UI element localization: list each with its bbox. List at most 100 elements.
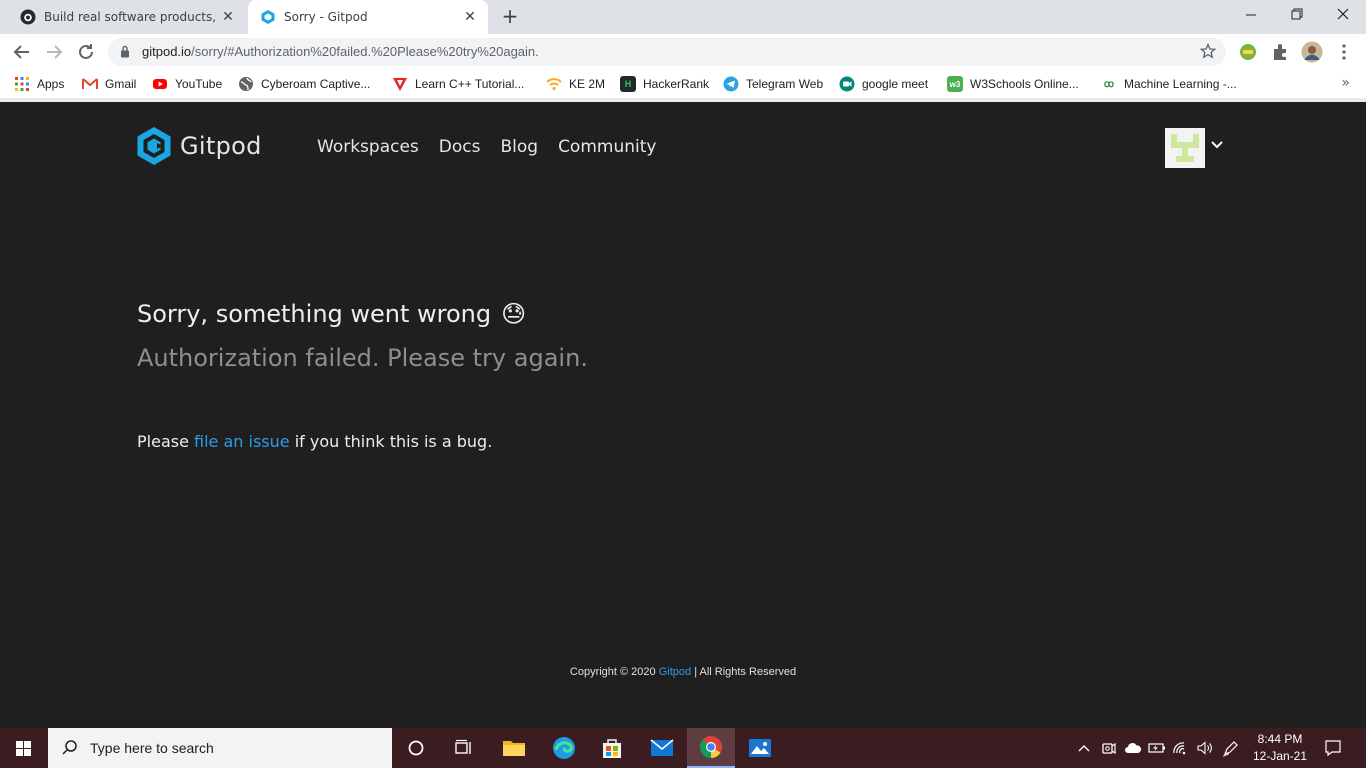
tray-volume[interactable] [1194, 728, 1216, 768]
bookmark-ke-2m[interactable]: KE 2M [546, 75, 605, 93]
battery-charging-icon [1148, 743, 1165, 753]
telegram-icon [723, 76, 739, 92]
footer-gitpod-link[interactable]: Gitpod [659, 666, 691, 678]
user-avatar[interactable] [1165, 128, 1205, 168]
close-tab-icon[interactable]: ✕ [462, 9, 478, 25]
bookmark-cyberoam[interactable]: Cyberoam Captive... [238, 75, 370, 93]
bookmark-telegram[interactable]: Telegram Web [723, 75, 823, 93]
bookmarks-bar: Apps Gmail YouTube Cyberoam Captive... L… [0, 70, 1366, 98]
footer-rights: | All Rights Reserved [694, 666, 797, 678]
task-view-button[interactable] [440, 728, 488, 768]
cortana-circle-icon [408, 740, 424, 756]
tab-sorry-gitpod[interactable]: Sorry - Gitpod ✕ [248, 0, 488, 34]
action-center-button[interactable] [1318, 728, 1348, 768]
tray-battery[interactable] [1146, 728, 1168, 768]
globe-icon [239, 77, 253, 91]
tab-title: Sorry - Gitpod [284, 10, 368, 24]
photos-button[interactable] [736, 728, 784, 768]
file-explorer-button[interactable] [490, 728, 538, 768]
footer: Copyright © 2020 Gitpod | All Rights Res… [0, 666, 1366, 678]
bookmark-youtube[interactable]: YouTube [152, 75, 222, 93]
speaker-icon [1197, 741, 1212, 755]
ml-icon: ꝏ [1103, 78, 1115, 90]
url-path: /sorry/#Authorization%20failed.%20Please… [191, 44, 539, 59]
bookmark-label: YouTube [175, 77, 223, 91]
chevron-down-icon[interactable] [1210, 140, 1224, 150]
tray-pen[interactable] [1220, 728, 1242, 768]
note-prefix: Please [137, 432, 189, 451]
error-title: Sorry, something went wrong 😓 [137, 300, 526, 328]
nav-community[interactable]: Community [558, 137, 656, 157]
youtube-icon [153, 79, 167, 89]
triangle-icon [393, 78, 407, 91]
footer-copyright: Copyright © 2020 [569, 666, 656, 678]
chrome-icon [700, 736, 722, 758]
tray-meet-now[interactable] [1098, 728, 1120, 768]
github-icon [20, 9, 36, 25]
gitpod-logo[interactable]: Gitpod [136, 126, 262, 166]
tray-onedrive[interactable] [1122, 728, 1144, 768]
tab-build-real-software[interactable]: Build real software products, Lear ✕ [8, 0, 246, 34]
tray-wifi[interactable] [1170, 728, 1192, 768]
wifi-signal-icon [1173, 742, 1186, 755]
restore-button[interactable] [1274, 0, 1320, 30]
bookmark-star-icon[interactable] [1200, 43, 1216, 59]
bookmark-label: Learn C++ Tutorial... [415, 77, 525, 91]
bookmark-learn-cpp[interactable]: Learn C++ Tutorial... [392, 75, 524, 93]
close-tab-icon[interactable]: ✕ [220, 9, 236, 25]
url-host: gitpod.io [142, 44, 192, 59]
clock-time: 8:44 PM [1257, 732, 1303, 746]
tab-strip: Build real software products, Lear ✕ Sor… [0, 0, 1366, 34]
reload-icon[interactable] [74, 40, 98, 64]
nav-docs[interactable]: Docs [439, 137, 481, 157]
new-tab-button[interactable]: + [498, 5, 522, 29]
taskbar-search-box[interactable]: Type here to search [48, 728, 392, 768]
minimize-icon [1246, 14, 1256, 16]
taskbar-clock[interactable]: 8:44 PM 12-Jan-21 [1248, 731, 1312, 765]
meet-now-icon [1102, 742, 1116, 755]
puzzle-extensions-icon[interactable] [1270, 41, 1292, 63]
profile-avatar-icon[interactable] [1301, 41, 1323, 63]
windows-start-icon[interactable] [0, 728, 48, 768]
show-hidden-icons-button[interactable] [1074, 728, 1094, 768]
back-arrow-icon[interactable] [10, 40, 34, 64]
chrome-menu-icon[interactable] [1333, 41, 1355, 63]
error-note: Please file an issue if you think this i… [137, 432, 492, 451]
cortana-button[interactable] [392, 728, 440, 768]
search-placeholder: Type here to search [90, 740, 214, 756]
notification-icon [1325, 740, 1341, 757]
mail-icon [650, 739, 674, 756]
store-button[interactable] [588, 728, 636, 768]
minimize-button[interactable] [1228, 0, 1274, 30]
pen-ink-icon [1222, 741, 1238, 757]
close-window-button[interactable] [1320, 0, 1366, 30]
bookmark-label: W3Schools Online... [970, 77, 1079, 91]
lock-icon [121, 45, 129, 58]
bookmark-w3schools[interactable]: w3 W3Schools Online... [947, 75, 1079, 93]
chevron-up-icon [1078, 745, 1090, 752]
bookmark-label: Apps [37, 77, 65, 91]
more-bookmarks-icon[interactable]: » [1341, 75, 1350, 91]
chrome-taskbar-button[interactable] [687, 728, 735, 768]
address-bar[interactable]: gitpod.io/sorry/#Authorization%20failed.… [108, 38, 1226, 66]
nav-workspaces[interactable]: Workspaces [317, 137, 419, 157]
main-nav: Workspaces Docs Blog Community [317, 137, 656, 157]
error-title-text: Sorry, something went wrong [137, 300, 492, 328]
mail-button[interactable] [638, 728, 686, 768]
forward-arrow-icon[interactable] [42, 40, 66, 64]
bookmark-apps[interactable]: Apps [14, 75, 64, 93]
gitpod-logo-icon [137, 127, 171, 165]
gitpod-favicon-icon [261, 10, 275, 24]
bookmark-label: google meet [862, 77, 929, 91]
bookmark-hackerrank[interactable]: H HackerRank [620, 75, 709, 93]
extension-icon[interactable] [1238, 41, 1260, 63]
bookmark-gmail[interactable]: Gmail [82, 75, 136, 93]
file-issue-link[interactable]: file an issue [194, 432, 290, 451]
wifi-icon [546, 78, 562, 91]
nav-blog[interactable]: Blog [500, 137, 538, 157]
clock-date: 12-Jan-21 [1252, 749, 1308, 763]
edge-button[interactable] [540, 728, 588, 768]
bookmark-google-meet[interactable]: google meet [839, 75, 928, 93]
bookmark-machine-learning[interactable]: ꝏ Machine Learning -... [1101, 75, 1237, 93]
photos-icon [749, 739, 771, 757]
